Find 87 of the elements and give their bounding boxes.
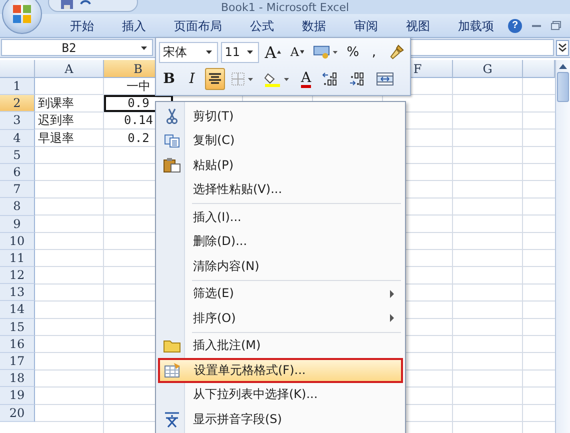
column-header[interactable]: A [35, 60, 104, 78]
menu-item[interactable]: 复制(C) [158, 128, 403, 153]
row-header[interactable]: 17 [0, 353, 35, 370]
font-name-field[interactable]: 宋体 [159, 42, 218, 62]
up-triangle-icon [277, 50, 282, 54]
row-header[interactable]: 11 [0, 250, 35, 268]
row-header[interactable]: 3 [0, 112, 35, 130]
row-header[interactable]: 9 [0, 216, 35, 233]
menu-item[interactable]: 剪切(T) [158, 104, 403, 128]
menu-item[interactable]: 删除(D)... [158, 230, 403, 254]
dropdown-caret-icon[interactable] [204, 49, 213, 55]
row-header[interactable]: 15 [0, 318, 35, 336]
ribbon-tab[interactable]: 页面布局 [160, 14, 236, 36]
row-header[interactable]: 5 [0, 146, 35, 164]
row-header[interactable]: 4 [0, 130, 35, 147]
row-header[interactable]: 18 [0, 370, 35, 388]
ribbon-tab[interactable]: 公式 [236, 14, 288, 36]
center-align-button[interactable] [205, 68, 225, 90]
ribbon-tab[interactable]: 数据 [288, 14, 340, 36]
menu-item[interactable]: 排序(O) [158, 306, 403, 330]
row-header[interactable]: 2 [0, 95, 35, 112]
scrollbar-thumb[interactable] [557, 72, 569, 102]
format-button[interactable]: , [364, 41, 383, 63]
row-header[interactable]: 20 [0, 404, 35, 422]
row-header[interactable]: 10 [0, 232, 35, 250]
folder-icon [163, 338, 181, 353]
table-cell: 迟到率 [38, 113, 74, 128]
restore-icon[interactable] [551, 21, 561, 30]
column-header[interactable]: G [453, 60, 523, 78]
row-header[interactable]: 13 [0, 284, 35, 302]
format-cells-icon [164, 362, 182, 378]
shrink-font-button[interactable]: A [287, 41, 308, 63]
row-header[interactable]: 19 [0, 387, 35, 405]
copy-icon [164, 134, 180, 148]
table-cell: 0.9 [128, 96, 150, 110]
minimize-icon[interactable] [532, 24, 541, 27]
dropdown-caret-icon[interactable] [140, 44, 148, 50]
row-header[interactable]: 1 [0, 78, 35, 96]
menu-item[interactable]: 插入批注(M) [158, 334, 403, 358]
office-logo-icon [12, 4, 32, 24]
dropdown-caret-icon[interactable] [246, 49, 254, 55]
down-triangle-icon [300, 50, 304, 54]
format-button[interactable]: % [344, 41, 362, 63]
table-cell: 一中 [126, 79, 150, 93]
table-cell: 0.2 [128, 130, 150, 145]
save-icon[interactable] [61, 0, 73, 9]
name-box[interactable]: B2 [1, 39, 153, 56]
number-format-icon [313, 44, 338, 60]
menu-item[interactable]: 选择性粘贴(V)... [158, 178, 403, 202]
menu-item[interactable]: 筛选(E) [158, 282, 403, 306]
menu-item[interactable]: 粘贴(P) [158, 153, 403, 178]
scroll-up-icon[interactable] [559, 64, 567, 69]
help-button[interactable]: ? [508, 18, 522, 32]
phonetic-icon [163, 410, 181, 428]
paintbrush-icon [388, 44, 404, 60]
ribbon-tab[interactable]: 开始 [56, 14, 108, 36]
merge-icon [376, 72, 394, 86]
font-size-field[interactable]: 11 [220, 42, 259, 62]
expand-icon[interactable] [556, 40, 569, 56]
ribbon-tab[interactable]: 审阅 [340, 14, 392, 36]
menu-item[interactable]: 显示拼音字段(S) [158, 407, 403, 432]
row-header[interactable]: 14 [0, 301, 35, 319]
row-header[interactable]: 16 [0, 336, 35, 353]
clipboard-icon [163, 157, 181, 174]
menu-item[interactable]: 设置单元格格式(F)... [158, 358, 403, 382]
row-header[interactable]: 6 [0, 164, 35, 182]
menu-item[interactable]: 清除内容(N) [158, 254, 403, 278]
align-center-icon [208, 73, 222, 85]
window-title: Book1 - Microsoft Excel [220, 1, 350, 14]
table-cell: 到课率 [38, 96, 74, 110]
scissors-icon [166, 108, 178, 124]
row-header[interactable]: 8 [0, 198, 35, 216]
ribbon-tab[interactable]: 加载项 [444, 14, 508, 36]
font-color-button[interactable]: A [296, 68, 316, 90]
menu-item[interactable]: 从下拉列表中选择(K)... [158, 382, 403, 407]
ribbon-tab[interactable]: 插入 [108, 14, 160, 36]
table-cell: 早退率 [38, 130, 74, 145]
row-header[interactable]: 12 [0, 267, 35, 284]
vertical-scrollbar[interactable] [555, 60, 570, 433]
table-cell: 0.14 [124, 113, 153, 128]
italic-button[interactable]: I [182, 68, 202, 90]
borders-icon [231, 72, 255, 86]
ribbon-tab[interactable]: 视图 [392, 14, 444, 36]
paint-bucket-icon [264, 71, 290, 87]
row-header[interactable]: 7 [0, 181, 35, 198]
menu-item[interactable]: 插入(I)... [158, 205, 403, 230]
grow-font-button[interactable]: A [262, 41, 284, 63]
